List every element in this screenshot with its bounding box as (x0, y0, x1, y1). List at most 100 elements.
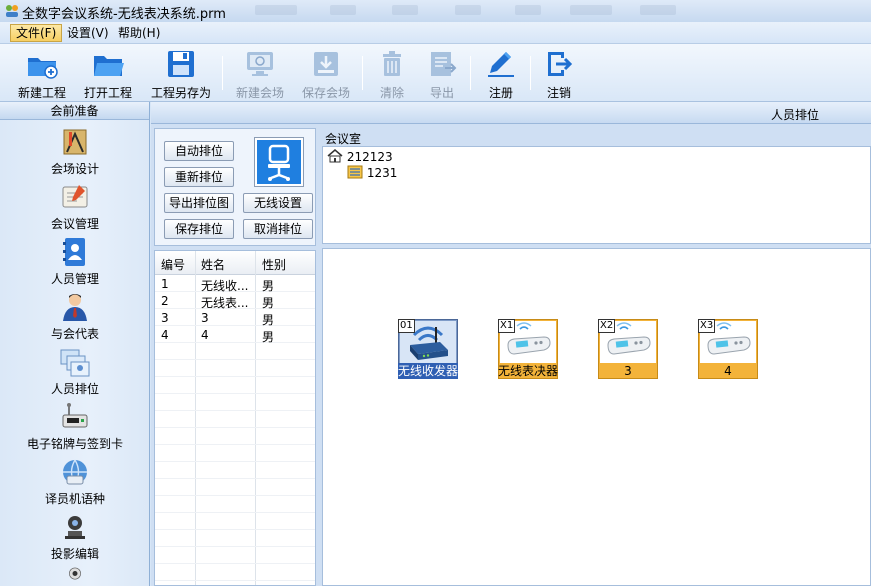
export-label: 导出 (429, 86, 454, 100)
chair-icon (257, 140, 301, 184)
title-bar: 全数字会议系统-无线表决系统.prm (0, 0, 871, 22)
device-tag: X3 (698, 319, 716, 333)
seating-canvas[interactable]: 01 无线收发器 X1 无线表决器 X2 3 X3 4 (322, 248, 871, 586)
seating-icon (60, 349, 90, 377)
tree-node-child[interactable]: 1231 (347, 165, 397, 180)
new-project-button[interactable]: 新建工程 (14, 48, 70, 100)
row-divider (155, 478, 315, 479)
clear-button[interactable]: 清除 (372, 48, 412, 100)
monitor-icon (247, 52, 273, 76)
new-project-label: 新建工程 (17, 86, 66, 100)
table-cell-gender[interactable]: 男 (262, 328, 302, 345)
table-cell-name[interactable]: 无线收... (201, 277, 253, 294)
menu-bar: 文件(F) 设置(V) 帮助(H) (0, 22, 871, 44)
tree-node-label: 212123 (346, 150, 393, 164)
sidebar-item-venue-design[interactable]: 会场设计 (0, 126, 150, 180)
sidebar-item-personnel-management[interactable]: 人员管理 (0, 236, 150, 290)
sidebar-item-label: 人员排位 (50, 382, 99, 396)
window-title: 全数字会议系统-无线表决系统.prm (22, 7, 226, 22)
open-project-button[interactable]: 打开工程 (80, 48, 136, 100)
row-divider (155, 359, 315, 360)
app-logo-icon (6, 5, 18, 17)
export-button[interactable]: 导出 (422, 48, 462, 100)
sidebar-item-projection[interactable]: 投影编辑 (0, 511, 150, 565)
menu-help[interactable]: 帮助(H) (113, 24, 165, 42)
row-divider (155, 376, 315, 377)
menu-settings[interactable]: 设置(V) (62, 24, 114, 42)
meeting-management-icon (62, 185, 88, 208)
device-tag: X2 (598, 319, 616, 333)
table-cell-number[interactable]: 2 (161, 294, 193, 308)
clear-label: 清除 (379, 86, 404, 100)
save-seating-button[interactable]: 保存排位 (164, 219, 234, 239)
column-header-name[interactable]: 姓名 (201, 256, 225, 273)
save-venue-button[interactable]: 保存会场 (298, 48, 354, 100)
toolbar-separator (222, 56, 223, 90)
register-label: 注册 (488, 86, 513, 100)
sidebar-item-label: 电子铭牌与签到卡 (26, 437, 123, 451)
seating-chair-button[interactable] (254, 137, 304, 187)
device-voter-x3[interactable]: X3 4 (698, 319, 758, 379)
device-name: 无线表决器 (498, 364, 558, 378)
sidebar-item-delegate[interactable]: 与会代表 (0, 291, 150, 345)
reseat-button[interactable]: 重新排位 (164, 167, 234, 187)
column-header-gender[interactable]: 性别 (262, 256, 286, 273)
auto-seat-button[interactable]: 自动排位 (164, 141, 234, 161)
sidebar-item-nameplate[interactable]: 电子铭牌与签到卡 (0, 401, 150, 455)
table-cell-number[interactable]: 1 (161, 277, 193, 291)
row-divider (155, 529, 315, 530)
register-button[interactable]: 注册 (480, 48, 522, 100)
sidebar-header: 会前准备 (0, 102, 149, 120)
sidebar-item-label: 人员管理 (50, 272, 99, 286)
table-cell-name[interactable]: 4 (201, 328, 253, 342)
new-venue-button[interactable]: 新建会场 (232, 48, 288, 100)
column-header-number[interactable]: 编号 (161, 256, 185, 273)
table-cell-gender[interactable]: 男 (262, 294, 302, 311)
table-cell-number[interactable]: 3 (161, 311, 193, 325)
tree-node-label: 1231 (366, 166, 398, 180)
table-cell-gender[interactable]: 男 (262, 311, 302, 328)
sidebar-item-seating[interactable]: 人员排位 (0, 346, 150, 400)
row-divider (155, 512, 315, 513)
table-cell-name[interactable]: 3 (201, 311, 253, 325)
row-divider (155, 563, 315, 564)
row-divider (155, 495, 315, 496)
wireless-settings-button[interactable]: 无线设置 (243, 193, 313, 213)
device-voter-x2[interactable]: X2 3 (598, 319, 658, 379)
logout-label: 注销 (546, 86, 571, 100)
background-artifact (515, 5, 541, 15)
save-download-icon (314, 52, 338, 76)
logout-button[interactable]: 注销 (538, 48, 580, 100)
toolbar-separator (362, 56, 363, 90)
table-cell-name[interactable]: 无线表... (201, 294, 253, 311)
table-cell-gender[interactable]: 男 (262, 277, 302, 294)
trash-icon (383, 51, 401, 76)
sidebar-item-meeting-management[interactable]: 会议管理 (0, 181, 150, 235)
device-wireless-receiver[interactable]: 01 无线收发器 (398, 319, 458, 379)
table-cell-number[interactable]: 4 (161, 328, 193, 342)
tree-node-root[interactable]: 212123 (327, 149, 393, 164)
new-folder-icon (28, 58, 58, 79)
menu-file[interactable]: 文件(F) (10, 24, 63, 42)
meeting-room-tree: 212123 1231 (322, 146, 871, 244)
device-voter-x1[interactable]: X1 无线表决器 (498, 319, 558, 379)
sidebar: 会前准备 会场设计 会议管理 人员管理 与会代表 人员排位 电子铭牌与签到卡 译… (0, 102, 150, 586)
cancel-seating-button[interactable]: 取消排位 (243, 219, 313, 239)
toolbar: 新建工程 打开工程 工程另存为 新建会场 保存会场 清除 导出 注册 注销 (0, 44, 871, 102)
sidebar-item-camera[interactable] (0, 566, 150, 586)
row-divider (155, 410, 315, 411)
sidebar-item-label: 与会代表 (50, 327, 99, 341)
column-divider (195, 251, 196, 585)
save-as-button[interactable]: 工程另存为 (148, 48, 214, 100)
row-divider (155, 461, 315, 462)
export-seating-chart-button[interactable]: 导出排位图 (164, 193, 234, 213)
interpreter-icon (63, 459, 87, 485)
column-divider (255, 251, 256, 585)
personnel-management-icon (63, 238, 85, 266)
camera-icon (69, 567, 81, 580)
sidebar-item-interpreter[interactable]: 译员机语种 (0, 456, 150, 510)
background-artifact (255, 5, 297, 15)
delegate-icon (63, 294, 87, 321)
list-icon (347, 165, 363, 179)
background-artifact (455, 5, 481, 15)
